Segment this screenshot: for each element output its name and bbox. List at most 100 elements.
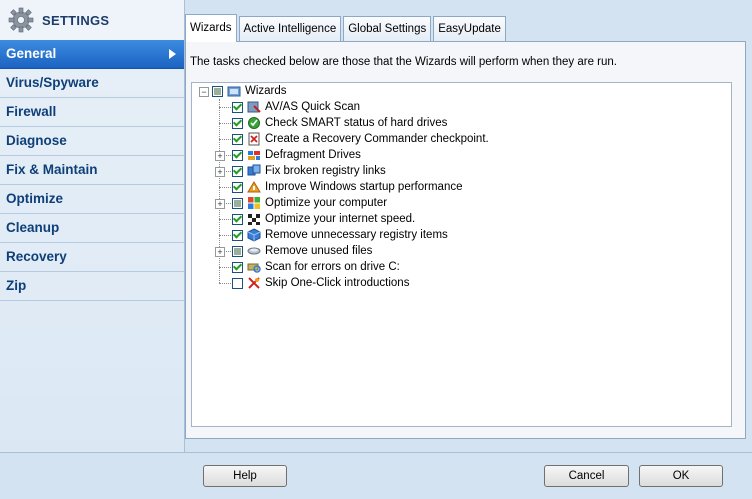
sidebar-item-label: Optimize [6, 191, 64, 206]
tree-item[interactable]: Optimize your internet speed. [232, 211, 415, 227]
tree-item[interactable]: Scan for errors on drive C: [232, 259, 400, 275]
checkpoint-icon [247, 132, 261, 146]
tree-line [219, 123, 231, 124]
sidebar-item-label: Virus/Spyware [6, 75, 99, 90]
tree-line [219, 219, 231, 220]
sidebar-item-label: Firewall [6, 104, 57, 119]
sidebar-item-fix-maintain[interactable]: Fix & Maintain [0, 156, 184, 185]
drive-scan-icon [247, 260, 261, 274]
sidebar-item-cleanup[interactable]: Cleanup [0, 214, 184, 243]
tree-item[interactable]: Improve Windows startup performance [232, 179, 463, 195]
tab-active-intelligence[interactable]: Active Intelligence [238, 16, 342, 41]
sidebar: SETTINGS General Virus/Spyware Firewall … [0, 0, 185, 452]
defrag-icon [247, 148, 261, 162]
sidebar-item-diagnose[interactable]: Diagnose [0, 127, 184, 156]
files-icon [247, 244, 261, 258]
tree-item[interactable]: Check SMART status of hard drives [232, 115, 447, 131]
arrow-right-icon [169, 49, 176, 59]
tree-item[interactable]: Remove unnecessary registry items [232, 227, 448, 243]
tab-wizards[interactable]: Wizards [185, 14, 237, 42]
scan-icon [247, 100, 261, 114]
tree-item[interactable]: Remove unused files [232, 243, 372, 259]
tree-item[interactable]: Optimize your computer [232, 195, 387, 211]
wizards-description: The tasks checked below are those that t… [190, 56, 617, 68]
sidebar-item-label: Recovery [6, 249, 67, 264]
startup-icon [247, 180, 261, 194]
sidebar-item-label: Zip [6, 278, 27, 293]
tree-line [219, 235, 231, 236]
tree-checkbox[interactable] [232, 197, 243, 209]
tree-checkbox[interactable] [232, 245, 243, 257]
tree-item[interactable]: Skip One-Click introductions [232, 275, 409, 291]
wizards-tree[interactable]: − Wizards AV/AS Quick Scan Check SMART st… [191, 82, 732, 427]
sidebar-item-label: General [6, 46, 57, 61]
tree-line [219, 187, 231, 188]
tree-checkbox[interactable] [232, 117, 243, 129]
tree-checkbox[interactable] [232, 277, 243, 289]
sidebar-item-firewall[interactable]: Firewall [0, 98, 184, 127]
tree-checkbox[interactable] [212, 85, 223, 97]
tree-item-label: Optimize your internet speed. [265, 213, 416, 225]
tree-checkbox[interactable] [232, 213, 243, 225]
expand-toggle[interactable]: + [215, 151, 225, 161]
collapse-toggle[interactable]: − [199, 87, 209, 97]
tree-item[interactable]: Create a Recovery Commander checkpoint. [232, 131, 489, 147]
tree-line [219, 283, 231, 284]
ok-button[interactable]: OK [639, 465, 723, 487]
expand-toggle[interactable]: + [215, 247, 225, 257]
windows-icon [247, 196, 261, 210]
tree-item-label: Remove unnecessary registry items [265, 229, 448, 241]
tree-checkbox[interactable] [232, 261, 243, 273]
footer-divider [0, 452, 752, 453]
settings-content: Wizards Active Intelligence Global Setti… [185, 14, 746, 439]
help-button[interactable]: Help [203, 465, 287, 487]
tree-item[interactable]: Fix broken registry links [232, 163, 386, 179]
expand-toggle[interactable]: + [215, 167, 225, 177]
tree-root[interactable]: Wizards [212, 83, 287, 99]
registry-icon [247, 164, 261, 178]
sidebar-item-zip[interactable]: Zip [0, 272, 184, 301]
tree-line [219, 267, 231, 268]
tab-bar: Wizards Active Intelligence Global Setti… [185, 14, 508, 42]
tree-checkbox[interactable] [232, 101, 243, 113]
internet-speed-icon [247, 212, 261, 226]
tab-global-settings[interactable]: Global Settings [343, 16, 432, 41]
sidebar-item-virus-spyware[interactable]: Virus/Spyware [0, 69, 184, 98]
sidebar-header: SETTINGS [0, 0, 184, 40]
tree-checkbox[interactable] [232, 149, 243, 161]
tree-checkbox[interactable] [232, 165, 243, 177]
cancel-button[interactable]: Cancel [544, 465, 629, 487]
tree-checkbox[interactable] [232, 229, 243, 241]
tree-item-label: Improve Windows startup performance [265, 181, 463, 193]
tree-item-label: Create a Recovery Commander checkpoint. [265, 133, 489, 145]
tree-line [219, 107, 231, 108]
sidebar-item-optimize[interactable]: Optimize [0, 185, 184, 214]
registry-cube-icon [247, 228, 261, 242]
tree-item-label: Check SMART status of hard drives [265, 117, 448, 129]
tree-root-label: Wizards [245, 85, 287, 97]
tree-item-label: Fix broken registry links [265, 165, 386, 177]
tree-item[interactable]: AV/AS Quick Scan [232, 99, 360, 115]
sidebar-item-general[interactable]: General [0, 40, 184, 69]
tree-item-label: Remove unused files [265, 245, 373, 257]
tree-item-label: Defragment Drives [265, 149, 361, 161]
tree-item[interactable]: Defragment Drives [232, 147, 361, 163]
tree-checkbox[interactable] [232, 133, 243, 145]
smart-check-icon [247, 116, 261, 130]
sidebar-item-label: Diagnose [6, 133, 67, 148]
tree-checkbox[interactable] [232, 181, 243, 193]
skip-icon [247, 276, 261, 290]
tree-item-label: AV/AS Quick Scan [265, 101, 361, 113]
sidebar-item-recovery[interactable]: Recovery [0, 243, 184, 272]
tab-easyupdate[interactable]: EasyUpdate [433, 16, 506, 41]
gear-icon [8, 7, 34, 33]
tree-item-label: Optimize your computer [265, 197, 388, 209]
wizards-panel: The tasks checked below are those that t… [185, 41, 746, 439]
tree-line [219, 139, 231, 140]
sidebar-item-label: Fix & Maintain [6, 162, 98, 177]
sidebar-item-label: Cleanup [6, 220, 60, 235]
sidebar-nav: General Virus/Spyware Firewall Diagnose … [0, 40, 184, 301]
tree-item-label: Skip One-Click introductions [265, 277, 410, 289]
wizard-icon [227, 84, 241, 98]
expand-toggle[interactable]: + [215, 199, 225, 209]
